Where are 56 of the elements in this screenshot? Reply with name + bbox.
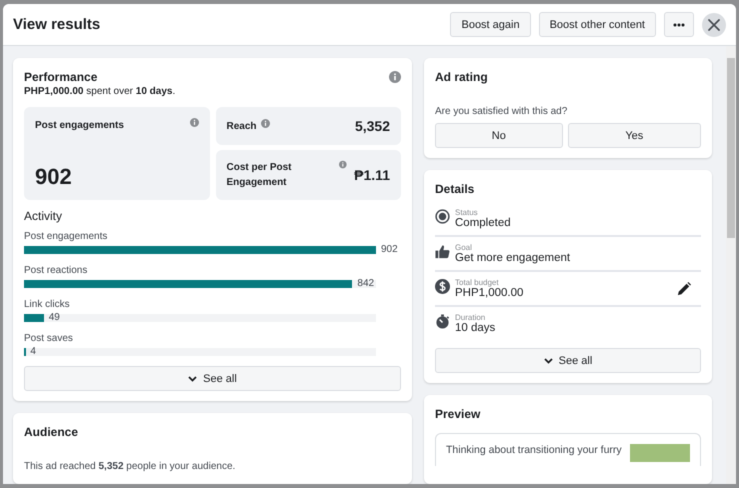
card-title: Audience bbox=[24, 425, 80, 439]
rating-question: Are you satisfied with this ad? bbox=[435, 106, 568, 117]
info-icon[interactable] bbox=[338, 160, 346, 169]
info-icon[interactable] bbox=[389, 71, 401, 83]
close-icon bbox=[707, 18, 721, 32]
close-button[interactable] bbox=[702, 12, 726, 36]
metric-label: Reach bbox=[226, 120, 257, 134]
post-text: Thinking about transitioning your furry bbox=[446, 444, 622, 456]
scrollbar[interactable] bbox=[726, 46, 736, 484]
card-title: Performance bbox=[24, 70, 98, 84]
metric-value: 5,352 bbox=[354, 118, 390, 134]
detail-value: PHP1,000.00 bbox=[455, 287, 524, 299]
detail-label: Duration bbox=[455, 313, 486, 322]
header-button[interactable]: Boost again bbox=[450, 12, 531, 37]
card-title: Details bbox=[435, 182, 476, 196]
header-button[interactable]: Boost other content bbox=[538, 12, 656, 37]
radio-icon bbox=[435, 209, 450, 224]
image-placeholder bbox=[630, 444, 690, 462]
metric-label: Post engagements bbox=[35, 119, 124, 133]
rating-option-button[interactable]: No bbox=[435, 123, 563, 148]
info-icon[interactable] bbox=[260, 118, 270, 128]
info-icon[interactable] bbox=[190, 118, 198, 127]
see-all-button[interactable]: See all bbox=[24, 366, 401, 391]
chevron-down-icon bbox=[544, 358, 553, 364]
see-all-button[interactable]: See all bbox=[435, 348, 701, 373]
rating-option-button[interactable]: Yes bbox=[568, 123, 701, 148]
audience-text: This ad reached 5,352 people in your audience. bbox=[24, 461, 236, 472]
window-title: View results bbox=[13, 16, 100, 33]
detail-label: Total budget bbox=[455, 278, 500, 287]
activity-label: Post saves bbox=[24, 333, 74, 344]
activity-label: Post reactions bbox=[24, 265, 88, 276]
activity-value: 4 bbox=[30, 346, 36, 358]
more-button[interactable] bbox=[664, 12, 694, 37]
chevron-down-icon bbox=[188, 376, 198, 382]
detail-value: 10 days bbox=[455, 322, 496, 334]
card-title: Preview bbox=[435, 407, 482, 421]
activity-value: 902 bbox=[381, 244, 398, 256]
activity-label: Link clicks bbox=[24, 299, 71, 310]
metric-value: ₱1.11 bbox=[354, 167, 390, 183]
ellipsis-icon bbox=[673, 22, 685, 26]
activity-value: 49 bbox=[48, 312, 60, 324]
detail-value: Completed bbox=[455, 217, 512, 229]
detail-value: Get more engagement bbox=[455, 252, 572, 264]
thumbs-up-icon bbox=[435, 244, 450, 259]
pencil-icon[interactable] bbox=[677, 282, 691, 296]
card-title: Ad rating bbox=[435, 70, 489, 84]
spend-summary: PHP1,000.00 spent over 10 days. bbox=[24, 86, 176, 97]
stopwatch-icon bbox=[435, 314, 450, 329]
activity-value: 842 bbox=[357, 278, 374, 290]
detail-label: Status bbox=[455, 208, 479, 217]
detail-label: Goal bbox=[455, 243, 473, 252]
activity-label: Post engagements bbox=[24, 231, 108, 242]
section-title: Activity bbox=[24, 209, 64, 223]
dollar-icon bbox=[435, 279, 450, 294]
metric-label: Cost per Post Engagement bbox=[226, 161, 293, 190]
metric-value: 902 bbox=[35, 164, 73, 190]
